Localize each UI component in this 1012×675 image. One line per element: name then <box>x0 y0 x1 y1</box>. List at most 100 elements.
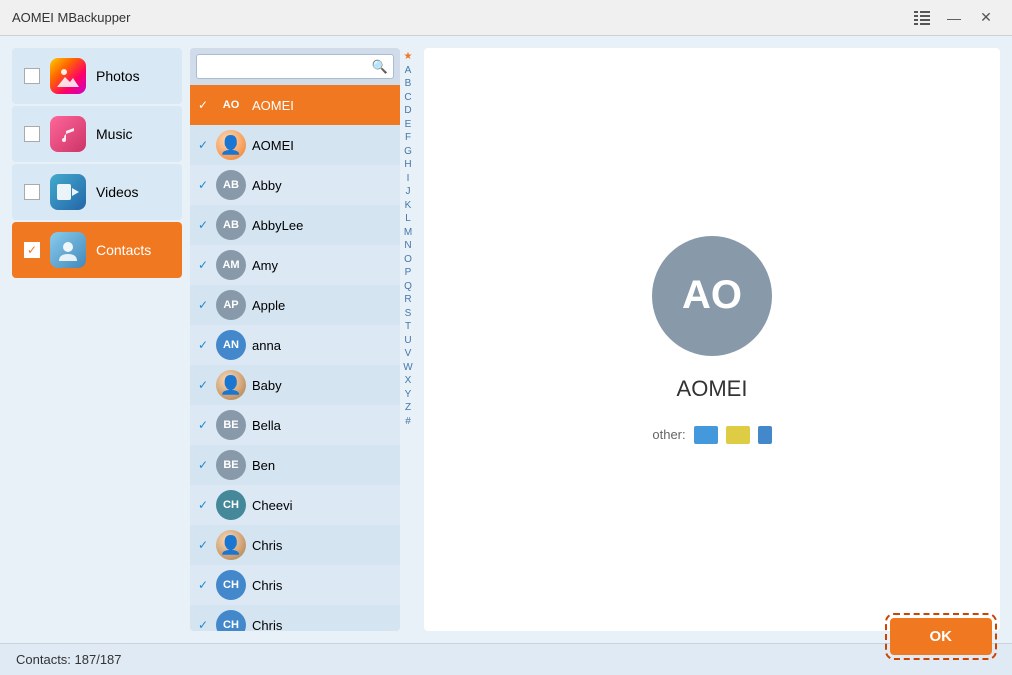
contact-item[interactable]: ✓ 👤 AOMEI <box>190 125 400 165</box>
contact-checkbox[interactable]: ✓ <box>196 138 210 152</box>
contacts-checkbox[interactable]: ✓ <box>24 242 40 258</box>
alpha-letter[interactable]: U <box>404 334 411 348</box>
contacts-list[interactable]: ✓AOAOMEI✓👤AOMEI✓ABAbby✓ABAbbyLee✓AMAmy✓A… <box>190 85 400 631</box>
alpha-letter[interactable]: D <box>404 104 411 118</box>
search-input[interactable] <box>196 54 394 79</box>
contact-item[interactable]: ✓BEBen <box>190 445 400 485</box>
alpha-letter[interactable]: E <box>405 118 412 132</box>
videos-label: Videos <box>96 184 139 200</box>
contact-item[interactable]: ✓ AP Apple <box>190 285 400 325</box>
sidebar-item-contacts[interactable]: ✓ Contacts <box>12 222 182 278</box>
contact-checkbox[interactable]: ✓ <box>196 418 210 432</box>
contact-checkbox[interactable]: ✓ <box>196 498 210 512</box>
alpha-letter[interactable]: Z <box>405 401 411 415</box>
sidebar-item-videos[interactable]: Videos <box>12 164 182 220</box>
alpha-letter[interactable]: G <box>404 145 412 159</box>
ok-area: OK <box>890 618 993 655</box>
music-checkbox[interactable] <box>24 126 40 142</box>
detail-other: other: <box>652 426 771 444</box>
alpha-letter[interactable]: C <box>404 91 411 105</box>
contact-checkbox[interactable]: ✓ <box>196 618 210 631</box>
photos-checkbox[interactable] <box>24 68 40 84</box>
alpha-letter[interactable]: O <box>404 253 412 267</box>
ok-button[interactable]: OK <box>890 618 993 655</box>
sidebar-item-photos[interactable]: Photos <box>12 48 182 104</box>
videos-icon <box>50 174 86 210</box>
contact-item[interactable]: ✓AOAOMEI <box>190 85 400 125</box>
alpha-letter[interactable]: H <box>404 158 411 172</box>
alpha-letter[interactable]: K <box>405 199 412 213</box>
alpha-letter[interactable]: A <box>405 64 412 78</box>
alpha-letter[interactable]: ★ <box>404 50 413 64</box>
contact-item[interactable]: ✓ANanna <box>190 325 400 365</box>
contact-checkbox[interactable]: ✓ <box>196 298 210 312</box>
contact-avatar: AP <box>216 290 246 320</box>
contact-checkbox[interactable]: ✓ <box>196 578 210 592</box>
contact-checkbox[interactable]: ✓ <box>196 338 210 352</box>
detail-name: AOMEI <box>677 376 748 402</box>
close-button[interactable]: ✕ <box>972 4 1000 32</box>
minimize-button[interactable]: — <box>940 4 968 32</box>
contact-name: Chris <box>252 618 394 632</box>
titlebar: AOMEI MBackupper — ✕ <box>0 0 1012 36</box>
alpha-letter[interactable]: F <box>405 131 411 145</box>
contact-name: Ben <box>252 458 394 473</box>
alpha-letter[interactable]: X <box>405 374 412 388</box>
contact-checkbox[interactable]: ✓ <box>196 538 210 552</box>
list-icon-btn[interactable] <box>908 4 936 32</box>
alpha-letter[interactable]: L <box>405 212 411 226</box>
window-controls: — ✕ <box>908 4 1000 32</box>
contact-name: Cheevi <box>252 498 394 513</box>
statusbar: Contacts: 187/187 <box>0 643 1012 675</box>
contact-avatar: CH <box>216 610 246 631</box>
app-title: AOMEI MBackupper <box>12 10 908 25</box>
search-wrapper: 🔍 <box>196 54 394 79</box>
contact-item[interactable]: ✓ABAbbyLee <box>190 205 400 245</box>
contact-name: anna <box>252 338 394 353</box>
contact-item[interactable]: ✓AMAmy <box>190 245 400 285</box>
detail-bar-3 <box>758 426 772 444</box>
alpha-letter[interactable]: P <box>405 266 412 280</box>
contact-checkbox[interactable]: ✓ <box>196 378 210 392</box>
alpha-letter[interactable]: R <box>404 293 411 307</box>
search-icon: 🔍 <box>372 59 388 75</box>
alpha-letter[interactable]: Y <box>405 388 412 402</box>
contact-avatar: BE <box>216 410 246 440</box>
alpha-letter[interactable]: S <box>405 307 412 321</box>
contact-checkbox[interactable]: ✓ <box>196 458 210 472</box>
alpha-letter[interactable]: J <box>406 185 411 199</box>
contact-checkbox[interactable]: ✓ <box>196 258 210 272</box>
alpha-letter[interactable]: M <box>404 226 412 240</box>
contact-name: Apple <box>252 298 394 313</box>
contact-item[interactable]: ✓CHChris <box>190 565 400 605</box>
contact-checkbox[interactable]: ✓ <box>196 178 210 192</box>
contact-item[interactable]: ✓CHCheevi <box>190 485 400 525</box>
photos-label: Photos <box>96 68 140 84</box>
alpha-letter[interactable]: T <box>405 320 411 334</box>
music-label: Music <box>96 126 133 142</box>
videos-checkbox[interactable] <box>24 184 40 200</box>
contact-name: AOMEI <box>252 138 394 153</box>
contact-item[interactable]: ✓BEBella <box>190 405 400 445</box>
alpha-letter[interactable]: V <box>405 347 412 361</box>
contact-item[interactable]: ✓ABAbby <box>190 165 400 205</box>
contacts-count: Contacts: 187/187 <box>16 652 122 667</box>
alpha-letter[interactable]: Q <box>404 280 412 294</box>
alpha-letter[interactable]: W <box>403 361 412 375</box>
contact-avatar: 👤 <box>216 130 246 160</box>
contact-item[interactable]: ✓ CH Chris <box>190 605 400 631</box>
alpha-letter[interactable]: N <box>404 239 411 253</box>
contact-checkbox[interactable]: ✓ <box>196 218 210 232</box>
detail-bar-2 <box>726 426 750 444</box>
photos-icon <box>50 58 86 94</box>
alpha-letter[interactable]: # <box>405 415 411 429</box>
contact-name: Amy <box>252 258 394 273</box>
sidebar-item-music[interactable]: Music <box>12 106 182 162</box>
alpha-letter[interactable]: I <box>407 172 410 186</box>
contact-item[interactable]: ✓👤Baby <box>190 365 400 405</box>
contact-checkbox[interactable]: ✓ <box>196 98 210 112</box>
contact-item[interactable]: ✓👤Chris <box>190 525 400 565</box>
contacts-icon <box>50 232 86 268</box>
app-container: Photos Music Videos <box>0 36 1012 675</box>
alpha-letter[interactable]: B <box>405 77 412 91</box>
